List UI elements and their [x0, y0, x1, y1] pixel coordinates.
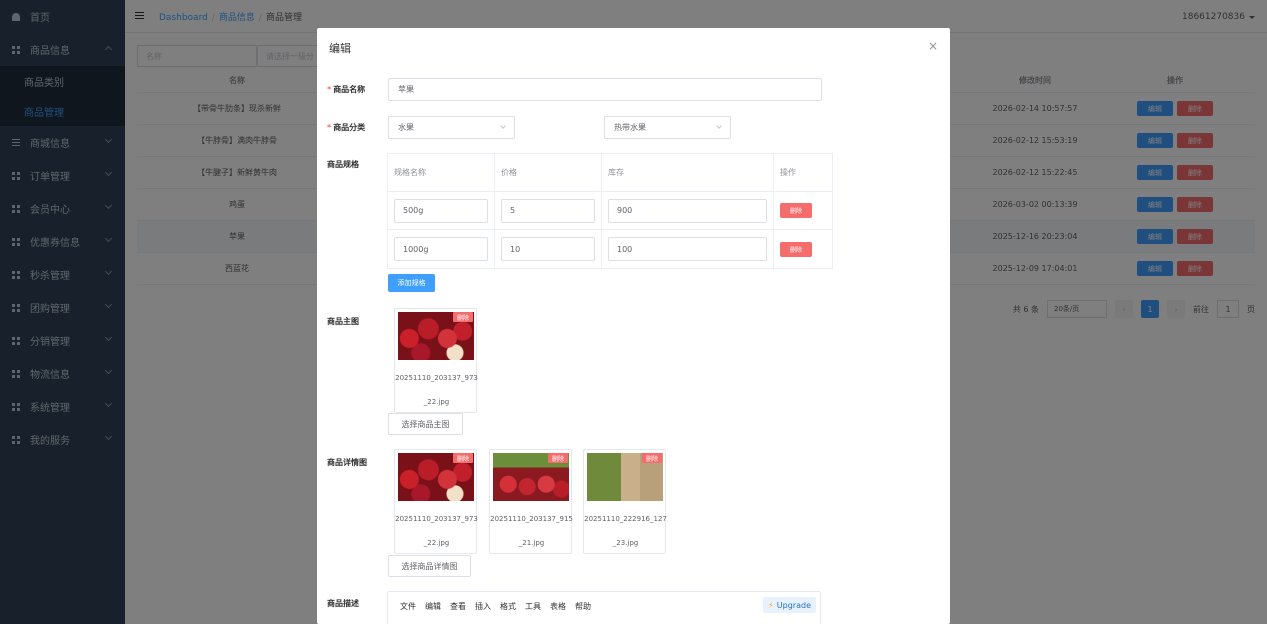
add-spec-button[interactable]: 添加规格 [388, 274, 435, 292]
spec-price-input[interactable]: 5 [501, 198, 595, 223]
spec-name-input[interactable]: 500g [394, 198, 488, 223]
rich-text-editor: 文件 编辑 查看 插入 格式 工具 表格 帮助 ⚡ Upgrade [387, 591, 821, 624]
spec-header-price: 价格 [495, 154, 602, 191]
editor-menu-view[interactable]: 查看 [450, 601, 466, 612]
spec-delete-button[interactable]: 删除 [780, 241, 812, 257]
spec-table-header: 规格名称 价格 库存 操作 [388, 154, 832, 192]
spec-price-input[interactable]: 10 [501, 237, 595, 261]
description-label: 商品描述 [327, 599, 359, 608]
editor-menubar: 文件 编辑 查看 插入 格式 工具 表格 帮助 [388, 592, 820, 612]
editor-menu-tools[interactable]: 工具 [525, 601, 541, 612]
spec-stock-input[interactable]: 100 [608, 237, 767, 261]
spec-name-input[interactable]: 1000g [394, 237, 488, 261]
detail-image-card: 删除 20251110_203137_915 _21.jpg [489, 449, 573, 554]
main-image-card: 删除 20251110_203137_973 _22.jpg [394, 308, 478, 413]
product-name-label: * 商品名称 [327, 85, 366, 94]
spec-delete-button[interactable]: 删除 [780, 203, 812, 218]
chevron-down-icon [716, 123, 722, 129]
editor-menu-edit[interactable]: 编辑 [425, 601, 441, 612]
image-delete-button[interactable]: 删除 [548, 453, 568, 463]
spec-row: 500g 5 900 删除 [388, 192, 832, 230]
bolt-icon: ⚡ [768, 600, 774, 610]
spec-row: 1000g 10 100 删除 [388, 230, 832, 268]
detail-image-label: 商品详情图 [327, 458, 367, 467]
spec-table: 规格名称 价格 库存 操作 500g 5 900 删除 1000g 10 100… [387, 153, 833, 269]
image-delete-button[interactable]: 删除 [453, 312, 473, 322]
product-name-input[interactable]: 苹果 [388, 78, 822, 101]
close-icon[interactable]: × [928, 39, 938, 53]
product-category-label: * 商品分类 [327, 123, 366, 132]
spec-stock-input[interactable]: 900 [608, 198, 767, 223]
image-delete-button[interactable]: 删除 [642, 453, 662, 463]
image-filename: 20251110_203137_973 _22.jpg [395, 515, 478, 547]
spec-header-op: 操作 [780, 168, 796, 177]
select-detail-image-button[interactable]: 选择商品详情图 [388, 555, 471, 577]
category-select-secondary[interactable]: 热带水果 [604, 116, 731, 139]
spec-header-stock: 库存 [602, 154, 774, 191]
image-delete-button[interactable]: 删除 [453, 453, 473, 463]
image-filename: 20251110_222916_127 _23.jpg [584, 515, 667, 547]
chevron-down-icon [500, 123, 506, 129]
editor-menu-table[interactable]: 表格 [550, 601, 566, 612]
editor-menu-insert[interactable]: 插入 [475, 601, 491, 612]
upgrade-button[interactable]: ⚡ Upgrade [763, 597, 816, 613]
select-main-image-button[interactable]: 选择商品主图 [388, 413, 463, 435]
detail-image-card: 删除 20251110_222916_127 _23.jpg [583, 449, 667, 554]
editor-menu-file[interactable]: 文件 [400, 601, 416, 612]
editor-menu-help[interactable]: 帮助 [575, 601, 591, 612]
category-secondary-value: 热带水果 [614, 123, 646, 132]
editor-menu-format[interactable]: 格式 [500, 601, 516, 612]
detail-image-card: 删除 20251110_203137_973 _22.jpg [394, 449, 478, 554]
image-filename: 20251110_203137_973 _22.jpg [395, 374, 478, 406]
spec-header-name: 规格名称 [388, 154, 495, 191]
category-primary-value: 水果 [398, 123, 414, 132]
image-filename: 20251110_203137_915 _21.jpg [490, 515, 573, 547]
category-select-primary[interactable]: 水果 [388, 116, 515, 139]
dialog-title: 编辑 [329, 42, 351, 55]
edit-dialog: 编辑 × * 商品名称 苹果 * 商品分类 水果 热带水果 商品规格 规格名称 价格… [317, 28, 950, 624]
main-image-label: 商品主图 [327, 317, 359, 326]
product-spec-label: 商品规格 [327, 160, 359, 169]
